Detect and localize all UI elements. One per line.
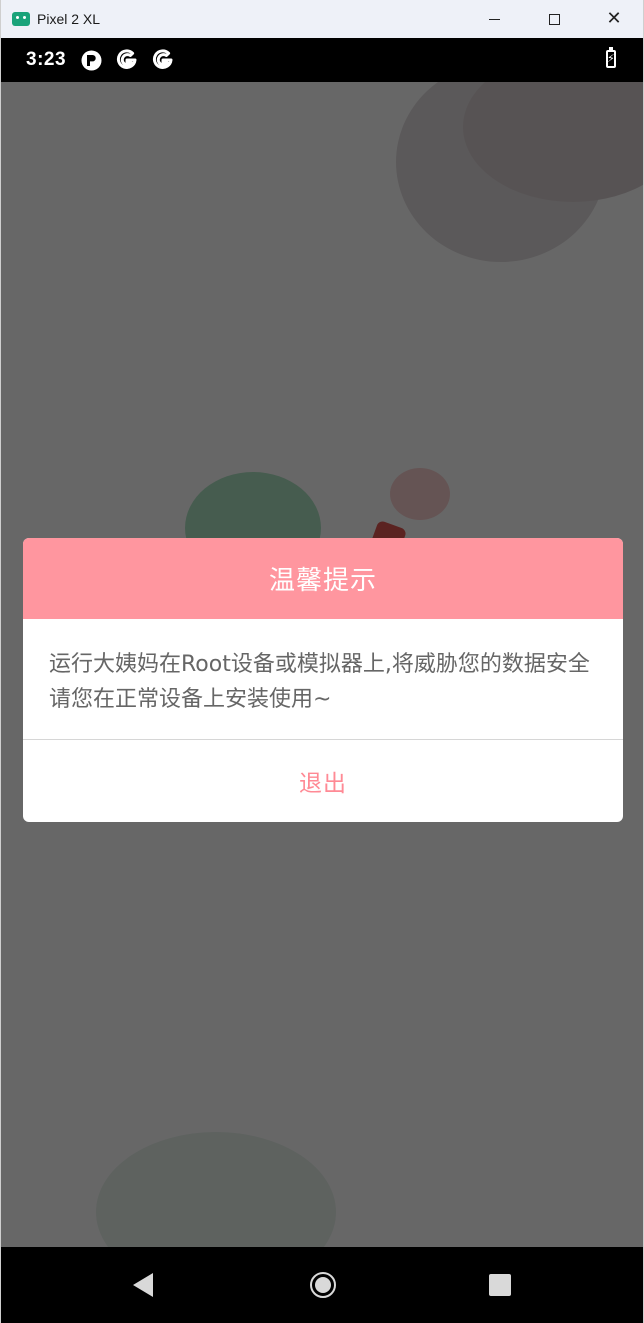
battery-charging-icon: ⚡ (606, 47, 616, 68)
window-title-bar: Pixel 2 XL ✕ (1, 0, 643, 38)
android-emulator-icon (12, 12, 30, 26)
dialog-body: 运行大姨妈在Root设备或模拟器上,将威胁您的数据安全请您在正常设备上安装使用~ (23, 619, 623, 740)
navigation-bar (1, 1247, 643, 1323)
dialog-message: 运行大姨妈在Root设备或模拟器上,将威胁您的数据安全请您在正常设备上安装使用~ (49, 652, 590, 712)
emulator-window: Pixel 2 XL ✕ 3:23 ⚡ 温馨提示 运行大姨妈在Root设备或模拟… (0, 0, 644, 1323)
back-button[interactable] (121, 1265, 165, 1305)
back-icon (133, 1273, 153, 1297)
home-icon (310, 1272, 336, 1298)
recents-icon (489, 1274, 511, 1296)
maximize-button[interactable] (531, 0, 577, 38)
exit-button[interactable]: 退出 (23, 740, 623, 821)
maximize-icon (548, 13, 560, 25)
recents-button[interactable] (478, 1265, 522, 1305)
minimize-button[interactable] (471, 0, 517, 38)
window-title: Pixel 2 XL (37, 11, 101, 27)
home-button[interactable] (301, 1265, 345, 1305)
google-icon (152, 49, 174, 71)
dialog-header: 温馨提示 (23, 538, 623, 619)
exit-button-label: 退出 (299, 770, 347, 797)
warning-dialog: 温馨提示 运行大姨妈在Root设备或模拟器上,将威胁您的数据安全请您在正常设备上… (23, 538, 623, 822)
status-clock: 3:23 (26, 49, 67, 70)
status-bar: 3:23 ⚡ (1, 38, 643, 82)
google-icon (116, 49, 138, 71)
p-icon (80, 49, 102, 71)
dialog-title: 温馨提示 (268, 566, 377, 596)
close-icon: ✕ (606, 8, 622, 29)
close-button[interactable]: ✕ (591, 0, 637, 38)
minimize-icon (488, 18, 500, 20)
